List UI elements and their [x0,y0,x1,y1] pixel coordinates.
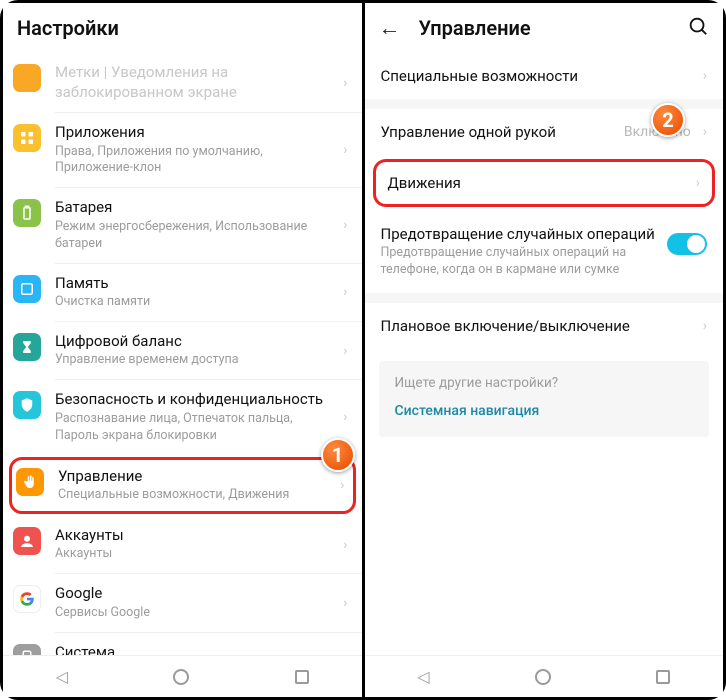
settings-item-storage[interactable]: Память Очистка памяти › [3,264,362,321]
nav-recent-icon[interactable] [295,670,309,684]
back-button[interactable]: ← [379,15,401,41]
chevron-right-icon: › [343,284,347,300]
settings-title: Настройки [17,16,119,40]
callout-badge-2: 2 [651,103,685,137]
hint-question: Ищете другие настройки? [395,375,694,391]
callout-badge-1: 1 [321,438,355,472]
chevron-right-icon: › [343,537,347,553]
control-list: Специальные возможности › Управление одн… [365,53,724,655]
toggle-switch[interactable] [667,233,707,255]
nav-home-icon[interactable] [173,669,189,685]
settings-item-system[interactable]: Система Системная навигация, Обновление … [3,633,362,655]
chevron-right-icon: › [703,318,707,334]
nav-home-icon[interactable] [535,669,551,685]
chevron-right-icon: › [340,477,344,493]
android-navbar: ◁ [365,655,724,697]
control-pane: ← Управление Специальные возможности › У… [362,3,724,697]
settings-pane: Настройки Метки | Уведомления на заблоки… [3,3,362,697]
control-item-scheduled-power[interactable]: Плановое включение/выключение › [365,303,724,349]
search-icon [687,15,709,37]
chevron-right-icon: › [343,595,347,611]
control-title: Управление [419,16,531,40]
chevron-right-icon: › [343,75,347,91]
tag-icon [13,64,41,92]
shield-icon [13,391,41,419]
control-item-motion[interactable]: Движения › [373,159,716,207]
chevron-right-icon: › [696,175,700,191]
control-item-one-hand[interactable]: Управление одной рукой Включено › 2 [365,109,724,155]
settings-item-labels[interactable]: Метки | Уведомления на заблокированном э… [3,53,362,112]
search-button[interactable] [687,15,709,42]
chevron-right-icon: › [343,343,347,359]
phone-icon [13,644,41,655]
settings-list: Метки | Уведомления на заблокированном э… [3,53,362,655]
hint-link[interactable]: Системная навигация [395,403,694,419]
settings-item-google[interactable]: Google Сервисы Google › [3,574,362,631]
chevron-right-icon: › [343,142,347,158]
chevron-right-icon: › [343,217,347,233]
android-navbar: ◁ [3,655,362,697]
settings-item-accounts[interactable]: Аккаунты Аккаунты › [3,516,362,573]
user-icon [13,527,41,555]
hourglass-icon [13,333,41,361]
chevron-right-icon: › [703,68,707,84]
storage-icon [13,275,41,303]
hint-box: Ищете другие настройки? Системная навига… [379,361,710,437]
control-item-accessibility[interactable]: Специальные возможности › [365,53,724,99]
google-icon [13,585,41,613]
nav-back-icon[interactable]: ◁ [417,667,429,686]
battery-icon [13,199,41,227]
settings-item-control[interactable]: Управление Специальные возможности, Движ… [9,457,356,514]
settings-item-digital-balance[interactable]: Цифровой баланс Управление временем дост… [3,322,362,379]
chevron-right-icon: › [343,409,347,425]
apps-icon [13,124,41,152]
control-header: ← Управление [365,3,724,53]
settings-item-battery[interactable]: Батарея Режим энергосбережения, Использо… [3,188,362,262]
settings-header: Настройки [3,3,362,53]
nav-recent-icon[interactable] [656,670,670,684]
chevron-right-icon: › [703,124,707,140]
hand-icon [16,468,44,496]
control-item-prevent-accidental[interactable]: Предотвращение случайных операций Предот… [365,211,724,293]
settings-item-apps[interactable]: Приложения Права, Приложения по умолчани… [3,113,362,187]
settings-item-security[interactable]: Безопасность и конфиденциальность Распоз… [3,380,362,454]
nav-back-icon[interactable]: ◁ [56,667,68,686]
